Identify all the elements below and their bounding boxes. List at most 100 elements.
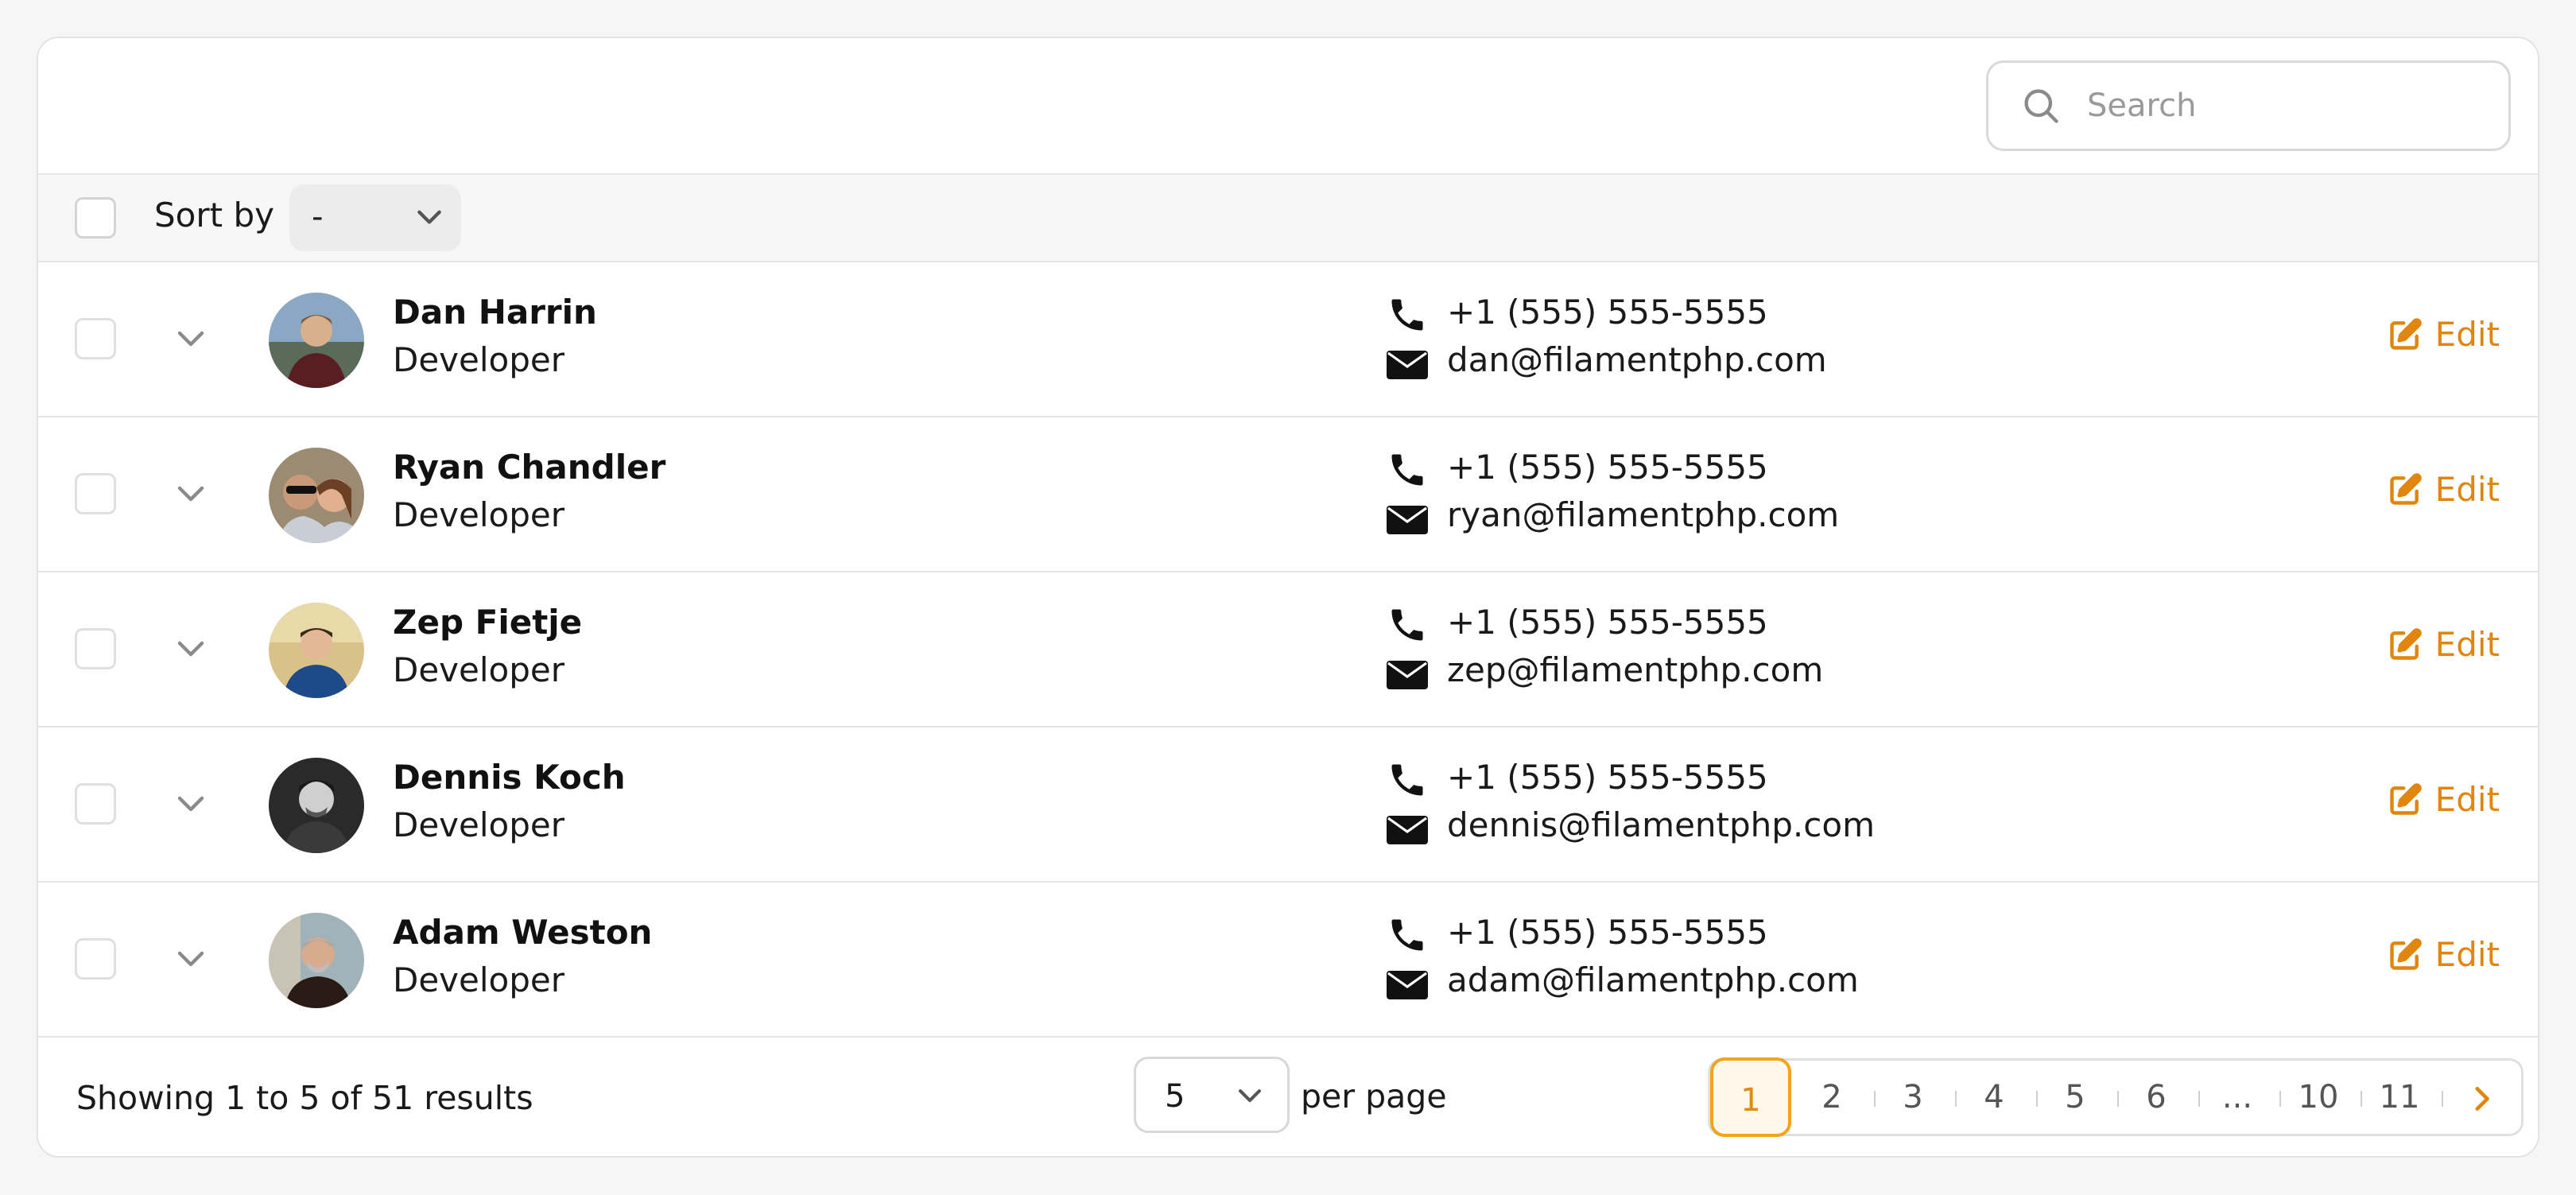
edit-label: Edit (2434, 470, 2500, 509)
avatar (269, 758, 364, 853)
table-row: Dan Harrin Developer +1 (555) 555-5555 d… (38, 262, 2538, 417)
phone-icon (1391, 764, 1423, 796)
table-card: Sort by - Dan Harrin Developer (37, 37, 2539, 1158)
search-box[interactable] (1986, 60, 2511, 151)
envelope-icon (1387, 506, 1428, 534)
chevron-down-icon[interactable] (175, 793, 207, 817)
person-role: Developer (393, 340, 565, 379)
envelope-icon (1387, 971, 1428, 999)
row-checkbox[interactable] (75, 473, 116, 514)
avatar (269, 448, 364, 543)
page-divider (2279, 1091, 2281, 1107)
phone-icon (1391, 299, 1423, 331)
edit-label: Edit (2434, 625, 2500, 664)
page-divider (2117, 1091, 2119, 1107)
page-button-3[interactable]: 3 (1877, 1061, 1949, 1134)
envelope-icon (1387, 661, 1428, 689)
page-divider (2442, 1091, 2443, 1107)
avatar (269, 603, 364, 698)
page-ellipsis: ... (2221, 1079, 2253, 1115)
avatar (269, 293, 364, 388)
edit-icon (2389, 782, 2422, 815)
per-page-select[interactable]: 5 (1134, 1057, 1290, 1133)
edit-button[interactable]: Edit (2388, 625, 2500, 664)
page-button-10[interactable]: 10 (2283, 1061, 2354, 1134)
search-icon (2024, 89, 2058, 123)
edit-button[interactable]: Edit (2388, 470, 2500, 509)
edit-button[interactable]: Edit (2388, 315, 2500, 354)
page-button-4[interactable]: 4 (1958, 1061, 2030, 1134)
person-name: Zep Fietje (393, 603, 583, 642)
edit-button[interactable]: Edit (2388, 780, 2500, 819)
page-divider (2036, 1091, 2038, 1107)
sort-bar: Sort by - (38, 173, 2538, 262)
sort-select-value: - (312, 199, 324, 235)
chevron-right-icon[interactable] (2469, 1084, 2497, 1113)
edit-icon (2389, 627, 2422, 660)
page-button-6[interactable]: 6 (2120, 1061, 2192, 1134)
row-checkbox[interactable] (75, 628, 116, 669)
row-checkbox[interactable] (75, 938, 116, 980)
chevron-down-icon[interactable] (175, 328, 207, 351)
edit-icon (2389, 317, 2422, 350)
page-divider (1955, 1091, 1957, 1107)
edit-label: Edit (2434, 780, 2500, 819)
person-name: Dennis Koch (393, 758, 626, 797)
envelope-icon (1387, 816, 1428, 844)
edit-icon (2389, 937, 2422, 970)
edit-icon (2389, 472, 2422, 505)
pagination: 1 2 3 4 5 6 ... 10 11 (1708, 1057, 2524, 1137)
page-button-5[interactable]: 5 (2039, 1061, 2111, 1134)
sort-by-label: Sort by (154, 196, 274, 235)
results-summary: Showing 1 to 5 of 51 results (76, 1079, 533, 1117)
person-name: Dan Harrin (393, 293, 597, 332)
phone-number: +1 (555) 555-5555 (1447, 448, 1768, 487)
select-all-checkbox[interactable] (75, 197, 116, 239)
page-divider (2361, 1091, 2362, 1107)
page-button-2[interactable]: 2 (1796, 1061, 1868, 1134)
edit-label: Edit (2434, 935, 2500, 974)
edit-button[interactable]: Edit (2388, 935, 2500, 974)
search-input[interactable] (2085, 87, 2502, 125)
phone-icon (1391, 609, 1423, 641)
email-address: dennis@filamentphp.com (1447, 805, 1875, 844)
email-address: ryan@filamentphp.com (1447, 495, 1840, 534)
person-name: Ryan Chandler (393, 448, 666, 487)
phone-number: +1 (555) 555-5555 (1447, 758, 1768, 797)
chevron-down-icon[interactable] (175, 948, 207, 972)
chevron-down-icon[interactable] (175, 638, 207, 662)
email-address: zep@filamentphp.com (1447, 650, 1824, 689)
edit-label: Edit (2434, 315, 2500, 354)
chevron-down-icon[interactable] (175, 483, 207, 506)
pagination-footer: Showing 1 to 5 of 51 results 5 per page … (38, 1038, 2538, 1156)
person-name: Adam Weston (393, 913, 653, 952)
table-toolbar (38, 38, 2538, 173)
table-row: Zep Fietje Developer +1 (555) 555-5555 z… (38, 572, 2538, 727)
phone-icon (1391, 919, 1423, 951)
email-address: adam@filamentphp.com (1447, 960, 1859, 999)
avatar (269, 913, 364, 1008)
per-page-label: per page (1301, 1077, 1447, 1115)
phone-number: +1 (555) 555-5555 (1447, 603, 1768, 642)
table-row: Ryan Chandler Developer +1 (555) 555-555… (38, 417, 2538, 572)
person-role: Developer (393, 960, 565, 999)
phone-number: +1 (555) 555-5555 (1447, 913, 1768, 952)
row-checkbox[interactable] (75, 318, 116, 359)
chevron-down-icon (1239, 1089, 1261, 1103)
person-role: Developer (393, 495, 565, 534)
phone-icon (1391, 454, 1423, 486)
person-role: Developer (393, 650, 565, 689)
page-button-1[interactable]: 1 (1710, 1057, 1791, 1137)
page-button-11[interactable]: 11 (2364, 1061, 2435, 1134)
per-page-value: 5 (1165, 1078, 1185, 1115)
page-divider (1874, 1091, 1876, 1107)
email-address: dan@filamentphp.com (1447, 340, 1827, 379)
table-row: Adam Weston Developer +1 (555) 555-5555 … (38, 883, 2538, 1038)
table-rows: Dan Harrin Developer +1 (555) 555-5555 d… (38, 262, 2538, 1038)
chevron-down-icon (417, 210, 441, 224)
phone-number: +1 (555) 555-5555 (1447, 293, 1768, 332)
row-checkbox[interactable] (75, 783, 116, 824)
envelope-icon (1387, 351, 1428, 379)
sort-select[interactable]: - (289, 184, 461, 251)
person-role: Developer (393, 805, 565, 844)
